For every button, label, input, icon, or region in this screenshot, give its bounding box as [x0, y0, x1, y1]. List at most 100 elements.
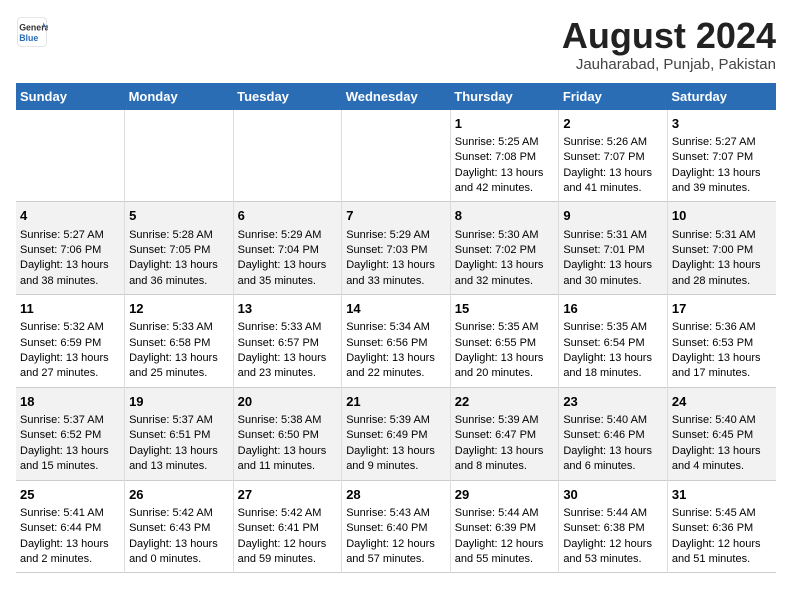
day-number: 31	[672, 486, 772, 504]
day-number: 3	[672, 115, 772, 133]
day-number: 15	[455, 300, 555, 318]
calendar-cell: 12Sunrise: 5:33 AMSunset: 6:58 PMDayligh…	[125, 295, 234, 388]
day-info-line: Daylight: 13 hours	[455, 258, 555, 273]
day-info-line: Sunset: 6:41 PM	[238, 521, 338, 536]
day-info-line: Sunset: 6:38 PM	[563, 521, 663, 536]
day-info-line: Sunrise: 5:27 AM	[672, 135, 772, 150]
calendar-cell: 30Sunrise: 5:44 AMSunset: 6:38 PMDayligh…	[559, 480, 668, 573]
day-number: 26	[129, 486, 229, 504]
day-info-line: Sunrise: 5:40 AM	[672, 413, 772, 428]
calendar-cell: 4Sunrise: 5:27 AMSunset: 7:06 PMDaylight…	[16, 202, 125, 295]
day-info-line: Sunset: 7:01 PM	[563, 243, 663, 258]
day-info-line: and 35 minutes.	[238, 274, 338, 289]
day-number: 12	[129, 300, 229, 318]
day-number: 8	[455, 207, 555, 225]
day-info-line: Sunset: 7:03 PM	[346, 243, 446, 258]
day-info-line: and 30 minutes.	[563, 274, 663, 289]
day-number: 2	[563, 115, 663, 133]
svg-text:Blue: Blue	[19, 33, 38, 43]
day-info-line: Sunset: 6:59 PM	[20, 336, 120, 351]
day-info-line: Sunset: 6:55 PM	[455, 336, 555, 351]
day-info-line: Daylight: 12 hours	[346, 537, 446, 552]
day-info-line: Daylight: 13 hours	[563, 444, 663, 459]
day-info-line: Sunrise: 5:44 AM	[563, 506, 663, 521]
day-info-line: and 41 minutes.	[563, 181, 663, 196]
calendar-cell: 23Sunrise: 5:40 AMSunset: 6:46 PMDayligh…	[559, 387, 668, 480]
column-header-saturday: Saturday	[667, 83, 776, 110]
day-info-line: Daylight: 13 hours	[346, 351, 446, 366]
day-info-line: Sunrise: 5:38 AM	[238, 413, 338, 428]
day-number: 21	[346, 393, 446, 411]
calendar-cell: 5Sunrise: 5:28 AMSunset: 7:05 PMDaylight…	[125, 202, 234, 295]
day-info-line: Sunset: 6:58 PM	[129, 336, 229, 351]
day-number: 28	[346, 486, 446, 504]
day-info-line: Daylight: 13 hours	[20, 351, 120, 366]
day-info-line: Sunset: 6:49 PM	[346, 428, 446, 443]
calendar-header: SundayMondayTuesdayWednesdayThursdayFrid…	[16, 83, 776, 110]
day-info-line: Sunset: 6:50 PM	[238, 428, 338, 443]
day-info-line: Sunrise: 5:34 AM	[346, 320, 446, 335]
day-info-line: Sunset: 7:00 PM	[672, 243, 772, 258]
day-number: 20	[238, 393, 338, 411]
day-info-line: Daylight: 13 hours	[238, 351, 338, 366]
day-info-line: Sunrise: 5:26 AM	[563, 135, 663, 150]
day-info-line: Daylight: 13 hours	[238, 444, 338, 459]
day-info-line: Sunset: 6:47 PM	[455, 428, 555, 443]
day-info-line: and 51 minutes.	[672, 552, 772, 567]
day-info-line: Daylight: 13 hours	[672, 444, 772, 459]
day-info-line: Sunset: 6:45 PM	[672, 428, 772, 443]
day-number: 16	[563, 300, 663, 318]
day-info-line: and 39 minutes.	[672, 181, 772, 196]
day-info-line: Sunset: 6:56 PM	[346, 336, 446, 351]
calendar-cell: 29Sunrise: 5:44 AMSunset: 6:39 PMDayligh…	[450, 480, 559, 573]
day-info-line: Sunrise: 5:42 AM	[129, 506, 229, 521]
day-info-line: and 8 minutes.	[455, 459, 555, 474]
day-info-line: and 38 minutes.	[20, 274, 120, 289]
location-subtitle: Jauharabad, Punjab, Pakistan	[562, 56, 776, 73]
day-info-line: and 27 minutes.	[20, 366, 120, 381]
day-number: 17	[672, 300, 772, 318]
day-number: 6	[238, 207, 338, 225]
day-info-line: and 0 minutes.	[129, 552, 229, 567]
calendar-cell: 11Sunrise: 5:32 AMSunset: 6:59 PMDayligh…	[16, 295, 125, 388]
day-number: 14	[346, 300, 446, 318]
day-info-line: Daylight: 13 hours	[238, 258, 338, 273]
day-info-line: Daylight: 13 hours	[346, 258, 446, 273]
day-info-line: Sunrise: 5:27 AM	[20, 228, 120, 243]
day-info-line: Sunset: 6:53 PM	[672, 336, 772, 351]
calendar-cell	[16, 110, 125, 202]
logo: General Blue	[16, 16, 48, 48]
day-info-line: Daylight: 13 hours	[455, 444, 555, 459]
day-info-line: Sunset: 7:07 PM	[672, 150, 772, 165]
calendar-cell: 16Sunrise: 5:35 AMSunset: 6:54 PMDayligh…	[559, 295, 668, 388]
day-info-line: Sunrise: 5:39 AM	[455, 413, 555, 428]
day-info-line: Daylight: 13 hours	[129, 444, 229, 459]
day-info-line: and 11 minutes.	[238, 459, 338, 474]
day-info-line: and 4 minutes.	[672, 459, 772, 474]
day-number: 25	[20, 486, 120, 504]
day-number: 27	[238, 486, 338, 504]
calendar-cell: 20 Sunrise: 5:38 AMSunset: 6:50 PMDayligh…	[233, 387, 342, 480]
day-info-line: Sunrise: 5:35 AM	[455, 320, 555, 335]
day-info-line: Sunset: 6:51 PM	[129, 428, 229, 443]
day-info-line: Daylight: 13 hours	[20, 444, 120, 459]
day-info-line: and 57 minutes.	[346, 552, 446, 567]
day-number: 13	[238, 300, 338, 318]
day-info-line: Sunrise: 5:31 AM	[672, 228, 772, 243]
day-info-line: Sunset: 6:52 PM	[20, 428, 120, 443]
day-info-line: Sunset: 6:39 PM	[455, 521, 555, 536]
day-number: 18	[20, 393, 120, 411]
day-info-line: Sunset: 7:04 PM	[238, 243, 338, 258]
column-header-wednesday: Wednesday	[342, 83, 451, 110]
day-info-line: Sunrise: 5:45 AM	[672, 506, 772, 521]
day-info-line: Sunrise: 5:28 AM	[129, 228, 229, 243]
logo-icon: General Blue	[16, 16, 48, 48]
day-info-line: Sunset: 6:43 PM	[129, 521, 229, 536]
day-info-line: Daylight: 13 hours	[129, 258, 229, 273]
day-number: 19	[129, 393, 229, 411]
calendar-cell: 10Sunrise: 5:31 AMSunset: 7:00 PMDayligh…	[667, 202, 776, 295]
calendar-cell: 13Sunrise: 5:33 AMSunset: 6:57 PMDayligh…	[233, 295, 342, 388]
day-info-line: Sunrise: 5:25 AM	[455, 135, 555, 150]
calendar-cell: 14 Sunrise: 5:34 AMSunset: 6:56 PMDayligh…	[342, 295, 451, 388]
day-info-line: Sunset: 6:44 PM	[20, 521, 120, 536]
